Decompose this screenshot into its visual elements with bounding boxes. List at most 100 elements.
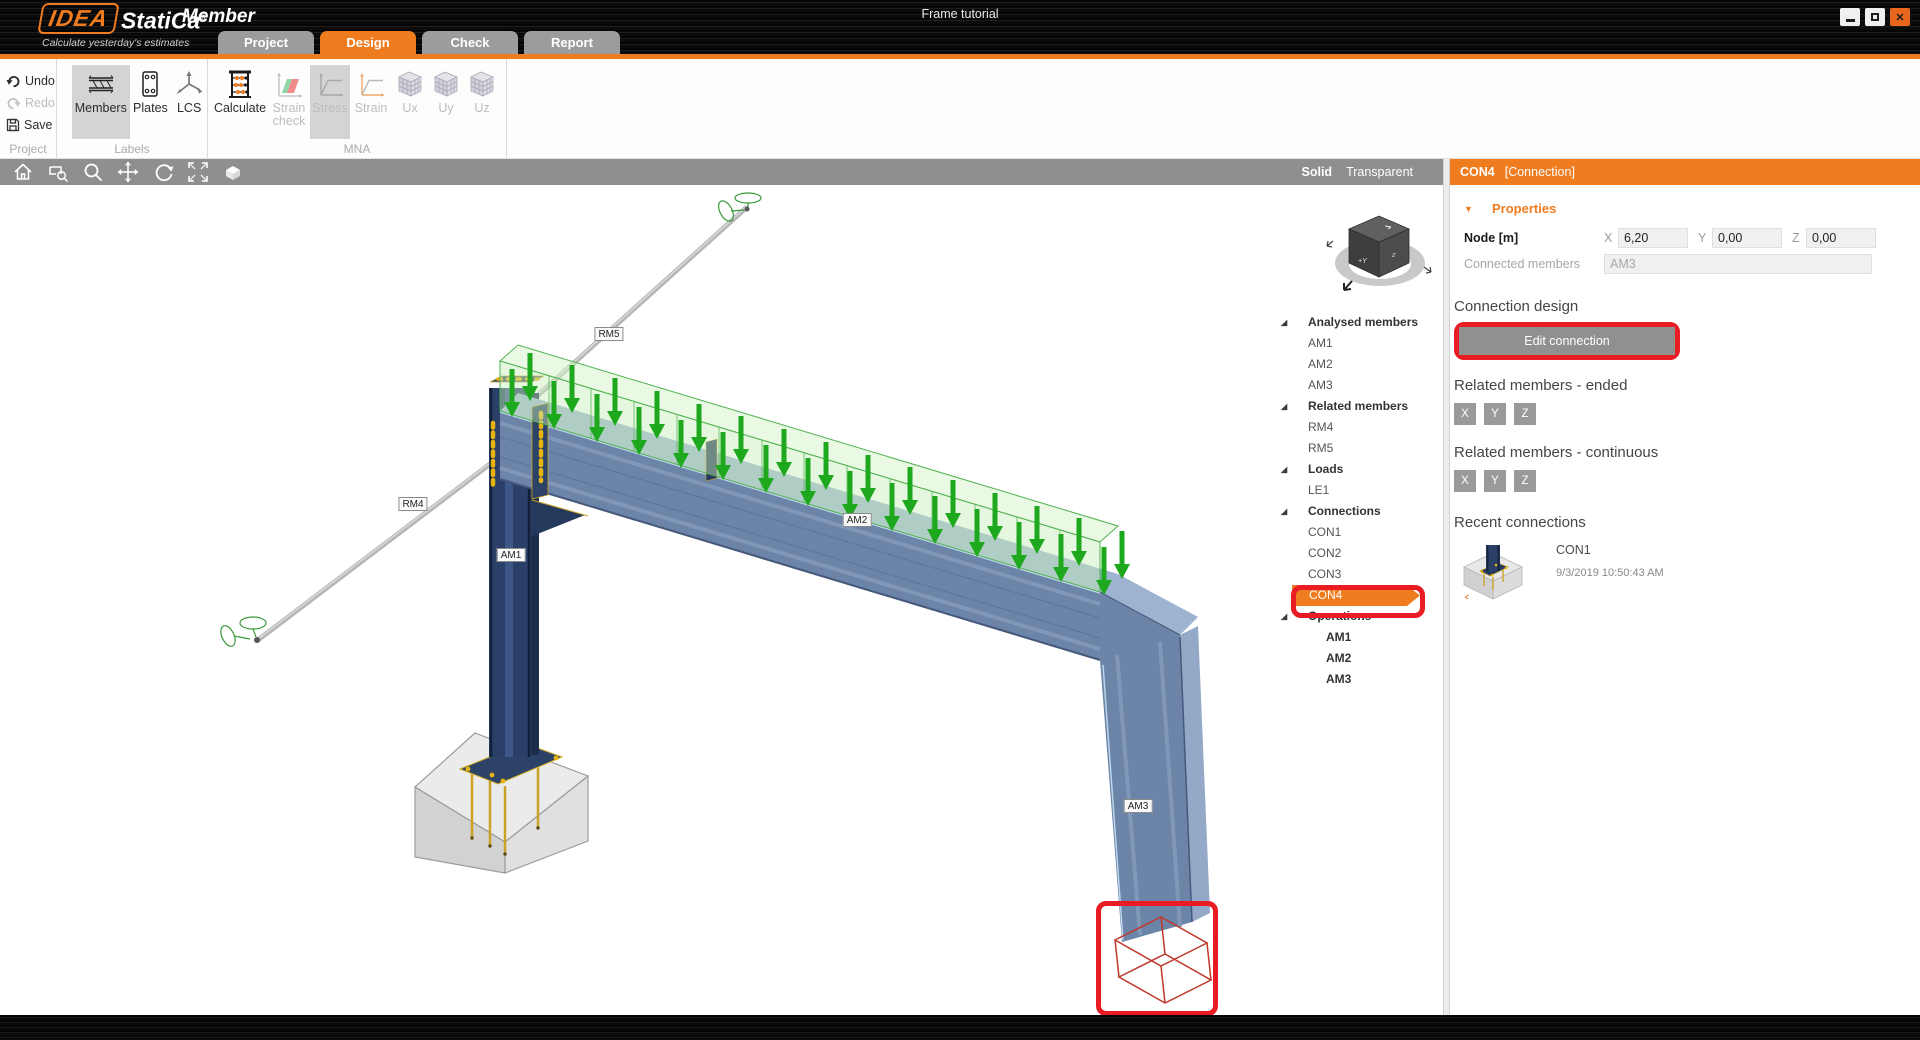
member-am3 <box>1100 574 1210 942</box>
tree-item-con3[interactable]: CON3 <box>1270 564 1443 585</box>
model-scene: +Y z <box>0 185 1443 1015</box>
expander-icon[interactable]: ◢ <box>1281 501 1287 522</box>
save-button[interactable]: Save <box>6 114 56 136</box>
continuous-z-button[interactable]: Z <box>1514 470 1536 492</box>
zoom-window-icon[interactable] <box>47 161 69 183</box>
related-ended-axes: X Y Z <box>1454 403 1910 425</box>
node-label: Node [m] <box>1452 231 1604 245</box>
tree-item-am1[interactable]: AM1 <box>1270 333 1443 354</box>
tab-design[interactable]: Design <box>320 31 416 54</box>
panel-divider[interactable] <box>1443 159 1450 1015</box>
plates-icon <box>135 69 165 99</box>
tree-section-related-members[interactable]: ◢Related members <box>1270 396 1443 417</box>
undo-icon <box>6 75 21 88</box>
node-coordinates-row: Node [m] X Y Z <box>1452 228 1910 248</box>
strain-check-icon <box>274 69 304 99</box>
node-z-input[interactable] <box>1806 228 1876 248</box>
member-label-rm5: RM5 <box>594 327 623 341</box>
member-label-am3: AM3 <box>1124 799 1153 813</box>
tab-report[interactable]: Report <box>524 31 620 54</box>
close-button[interactable]: ✕ <box>1890 8 1910 26</box>
connection-design-title: Connection design <box>1454 298 1910 315</box>
viewport: Solid Transparent <box>0 159 1443 1015</box>
continuous-y-button[interactable]: Y <box>1484 470 1506 492</box>
ended-x-button[interactable]: X <box>1454 403 1476 425</box>
tree-item-con1[interactable]: CON1 <box>1270 522 1443 543</box>
tree-item-con2[interactable]: CON2 <box>1270 543 1443 564</box>
members-button[interactable]: Members <box>72 65 130 139</box>
lcs-button[interactable]: LCS <box>171 65 207 139</box>
group-label-mna: MNA <box>208 142 506 156</box>
solid-view-icon[interactable] <box>222 161 244 183</box>
stress-button[interactable]: Stress <box>310 65 350 139</box>
svg-text:+Y: +Y <box>1358 258 1368 265</box>
navigator-tree: ◢Analysed members AM1 AM2 AM3 ◢Related m… <box>1270 312 1443 690</box>
tutorial-highlight-edit-connection: Edit connection <box>1454 322 1680 360</box>
node-x-input[interactable] <box>1618 228 1688 248</box>
edit-connection-button[interactable]: Edit connection <box>1459 327 1675 355</box>
home-view-icon[interactable] <box>12 161 34 183</box>
stress-icon <box>315 69 345 99</box>
recent-connection-thumbnail <box>1460 541 1526 603</box>
connected-members-label: Connected members <box>1452 257 1604 271</box>
expander-icon[interactable]: ◢ <box>1281 459 1287 480</box>
tutorial-highlight-con4 <box>1291 585 1425 618</box>
tutorial-highlight-connection-box <box>1096 901 1218 1016</box>
tree-item-rm5[interactable]: RM5 <box>1270 438 1443 459</box>
maximize-button[interactable] <box>1865 8 1885 26</box>
uy-icon <box>431 69 461 99</box>
tab-project[interactable]: Project <box>218 31 314 54</box>
selected-item-type: [Connection] <box>1505 165 1575 179</box>
model-canvas[interactable]: +Y z RM5 RM4 AM1 AM2 AM3 ◢Analysed membe… <box>0 185 1443 1015</box>
ended-z-button[interactable]: Z <box>1514 403 1536 425</box>
plates-button[interactable]: Plates <box>130 65 172 139</box>
properties-section-header[interactable]: ▼ Properties <box>1452 201 1910 216</box>
tree-item-am3[interactable]: AM3 <box>1270 375 1443 396</box>
tree-item-am2[interactable]: AM2 <box>1270 354 1443 375</box>
lcs-icon <box>174 69 204 99</box>
calculate-icon <box>225 69 255 99</box>
zoom-icon[interactable] <box>82 161 104 183</box>
zoom-fit-icon[interactable] <box>187 161 209 183</box>
group-label-labels: Labels <box>57 142 207 156</box>
tree-item-op-am1[interactable]: AM1 <box>1270 627 1443 648</box>
svg-text:z: z <box>1391 252 1396 259</box>
bottom-bar <box>0 1015 1920 1040</box>
tree-item-le1[interactable]: LE1 <box>1270 480 1443 501</box>
idea-logo-mark: IDEA <box>37 3 119 34</box>
minimize-button[interactable] <box>1840 8 1860 26</box>
expander-icon[interactable]: ◢ <box>1281 606 1287 627</box>
related-continuous-title: Related members - continuous <box>1454 444 1910 461</box>
calculate-button[interactable]: Calculate <box>212 65 268 139</box>
rotate-view-icon[interactable] <box>152 161 174 183</box>
x-axis-label: X <box>1604 231 1614 245</box>
expander-icon[interactable]: ◢ <box>1281 396 1287 417</box>
ended-y-button[interactable]: Y <box>1484 403 1506 425</box>
strain-check-button: Strain check <box>268 65 310 139</box>
collapse-triangle-icon[interactable]: ▼ <box>1464 204 1492 214</box>
recent-connection-item[interactable]: CON1 9/3/2019 10:50:43 AM <box>1460 541 1910 603</box>
expander-icon[interactable]: ◢ <box>1281 312 1287 333</box>
undo-button[interactable]: Undo <box>6 70 56 92</box>
mode-solid[interactable]: Solid <box>1302 165 1333 179</box>
mode-transparent[interactable]: Transparent <box>1346 165 1413 179</box>
pan-icon[interactable] <box>117 161 139 183</box>
tree-item-op-am3[interactable]: AM3 <box>1270 669 1443 690</box>
tree-section-loads[interactable]: ◢Loads <box>1270 459 1443 480</box>
z-axis-label: Z <box>1792 231 1802 245</box>
connected-members-row: Connected members <box>1452 254 1910 274</box>
tree-section-connections[interactable]: ◢Connections <box>1270 501 1443 522</box>
window-title: Frame tutorial <box>0 7 1920 21</box>
minimize-icon <box>1846 19 1855 22</box>
y-axis-label: Y <box>1698 231 1708 245</box>
member-label-rm4: RM4 <box>398 497 427 511</box>
node-y-input[interactable] <box>1712 228 1782 248</box>
tree-item-op-am2[interactable]: AM2 <box>1270 648 1443 669</box>
connected-members-input <box>1604 254 1872 274</box>
strain-button: Strain <box>350 65 392 139</box>
tree-section-analysed-members[interactable]: ◢Analysed members <box>1270 312 1443 333</box>
tab-check[interactable]: Check <box>422 31 518 54</box>
continuous-x-button[interactable]: X <box>1454 470 1476 492</box>
selected-connection-name: CON4 <box>1460 165 1495 179</box>
tree-item-rm4[interactable]: RM4 <box>1270 417 1443 438</box>
